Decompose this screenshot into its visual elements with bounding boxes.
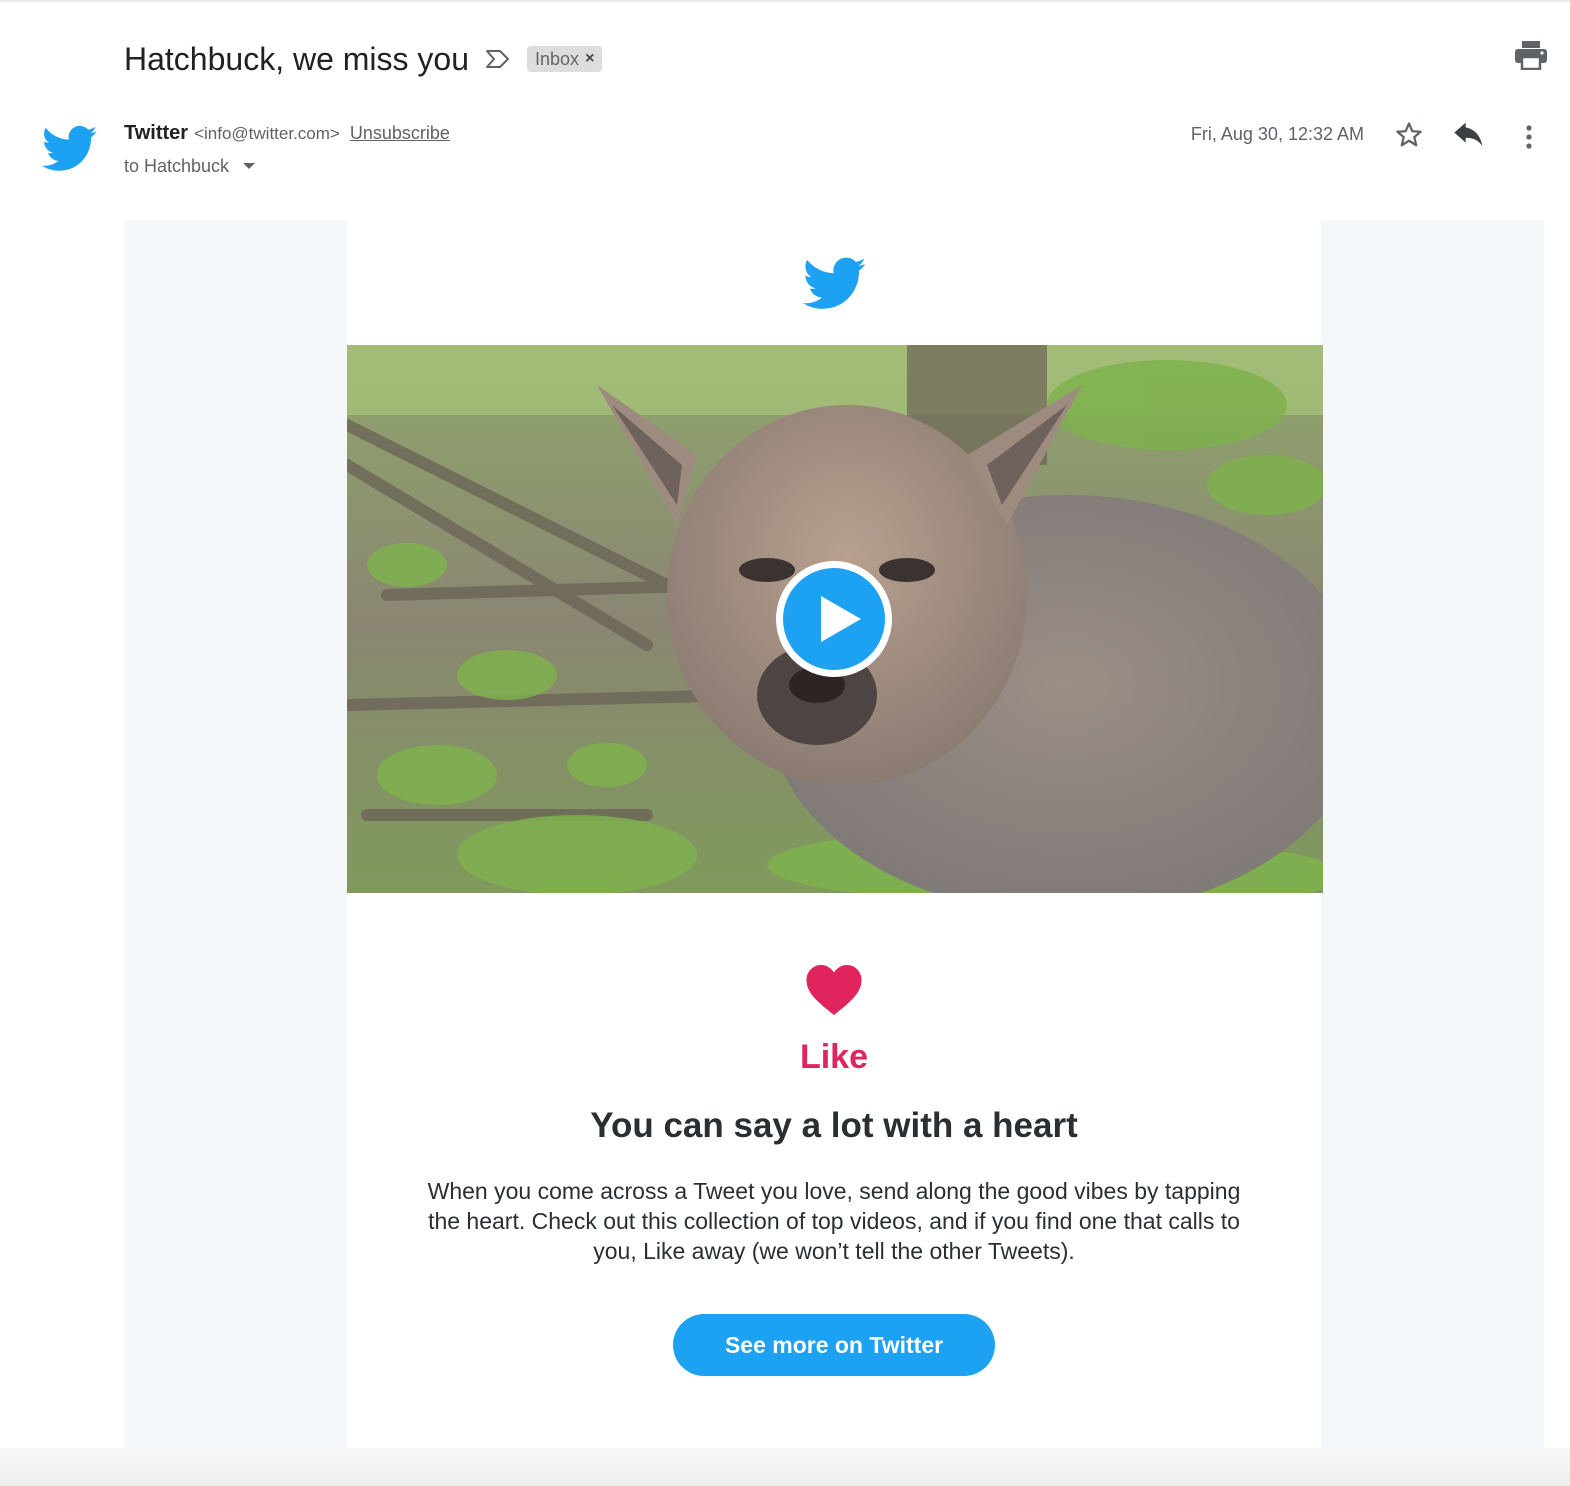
unsubscribe-link[interactable]: Unsubscribe (350, 123, 450, 144)
subject-row: Hatchbuck, we miss you Inbox × (124, 38, 603, 80)
sender-email: <info@twitter.com> (194, 124, 340, 143)
top-divider (0, 0, 1570, 2)
print-icon[interactable] (1514, 40, 1548, 71)
see-more-button[interactable]: See more on Twitter (673, 1314, 995, 1376)
recipient-details-toggle[interactable]: to Hatchbuck (124, 154, 256, 178)
inbox-label-chip[interactable]: Inbox × (527, 46, 603, 72)
email-subject: Hatchbuck, we miss you (124, 40, 470, 77)
more-vert-icon[interactable] (1520, 122, 1538, 152)
star-icon[interactable] (1394, 120, 1424, 150)
play-icon[interactable] (773, 558, 895, 680)
heart-icon (804, 962, 864, 1018)
email-date: Fri, Aug 30, 12:32 AM (1190, 124, 1364, 144)
email-content-card: Like You can say a lot with a heart When… (347, 220, 1323, 1448)
headline: You can say a lot with a heart (590, 1106, 1078, 1145)
inbox-label-text: Inbox (535, 48, 580, 69)
feature-label: Like (799, 1038, 869, 1076)
twitter-bird-icon (41, 124, 98, 174)
reply-icon[interactable] (1453, 122, 1485, 150)
sender-line: Twitter <info@twitter.com> Unsubscribe (124, 122, 450, 148)
twitter-logo-icon[interactable] (802, 256, 867, 312)
remove-label-button[interactable]: × (585, 50, 594, 68)
sender-name[interactable]: Twitter (124, 122, 188, 145)
chevron-down-icon[interactable] (243, 163, 256, 169)
recipient-text: to Hatchbuck (124, 155, 230, 176)
bottom-fade (0, 1448, 1570, 1486)
importance-marker-icon[interactable] (485, 47, 513, 71)
video-thumbnail[interactable] (347, 345, 1323, 893)
body-paragraph: When you come across a Tweet you love, s… (427, 1178, 1241, 1264)
